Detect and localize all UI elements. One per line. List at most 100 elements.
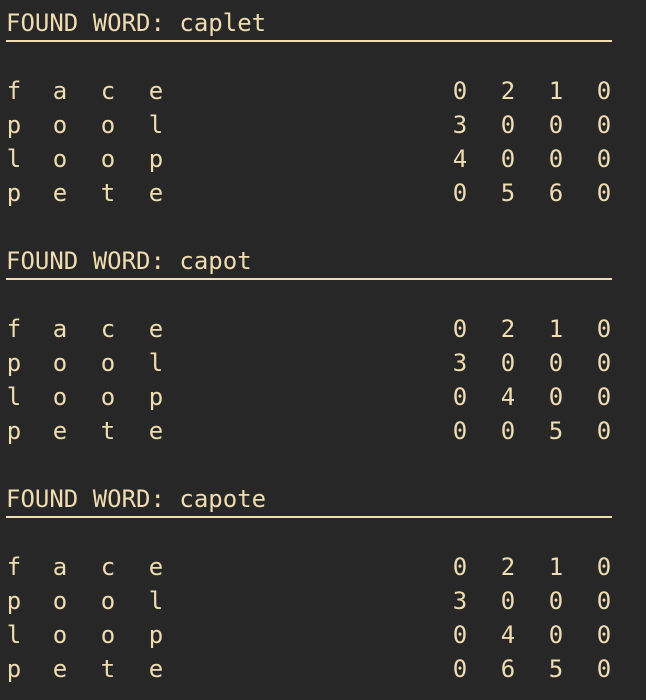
grid-letter: t [100,417,116,445]
grid-number: 3 [452,349,468,377]
grid-letter: l [6,383,22,411]
grid-number: 0 [596,383,612,411]
grid-number: 5 [500,179,516,207]
grid-row: l o o p 4 0 0 0 [0,142,646,176]
grid-letter: a [52,77,68,105]
grid-number: 0 [548,587,564,615]
grid-letter: o [52,587,68,615]
grid-number: 0 [452,179,468,207]
grid-letter: p [6,655,22,683]
grid-number: 0 [452,383,468,411]
grid-number: 2 [500,77,516,105]
grid-number: 0 [596,417,612,445]
grid-letter: l [6,145,22,173]
grid-letter: p [6,349,22,377]
grid-letter: o [100,621,116,649]
grid-letter: c [100,77,116,105]
grid-letter: e [148,77,164,105]
grid-number: 0 [548,111,564,139]
grid-number: 0 [452,655,468,683]
grid-letter: l [148,111,164,139]
grid-number: 0 [452,553,468,581]
terminal-output[interactable]: FOUND WORD: caplet f a c e 0 2 1 0 p o o… [0,0,646,700]
grid-row: f a c e 0 2 1 0 [0,550,646,584]
grid-letter: o [52,621,68,649]
grid-number: 0 [596,553,612,581]
grid-number: 2 [500,553,516,581]
grid-number: 3 [452,587,468,615]
grid-number: 0 [548,145,564,173]
grid-row: p e t e 0 5 6 0 [0,176,646,210]
grid-letter: e [52,417,68,445]
grid-number: 0 [596,349,612,377]
grid-row: f a c e 0 2 1 0 [0,312,646,346]
divider-line [6,516,612,518]
grid-number: 5 [548,655,564,683]
grid-letter: c [100,315,116,343]
grid-number: 1 [548,553,564,581]
grid-row: p o o l 3 0 0 0 [0,108,646,142]
grid-number: 4 [500,383,516,411]
grid-letter: o [100,349,116,377]
grid-letter: o [52,349,68,377]
grid-number: 3 [452,111,468,139]
grid-letter: e [148,655,164,683]
grid-letter: t [100,655,116,683]
grid-letter: p [148,621,164,649]
grid-letter: p [148,145,164,173]
grid-number: 0 [596,655,612,683]
grid-letter: f [6,315,22,343]
grid-row: l o o p 0 4 0 0 [0,380,646,414]
grid-letter: o [52,383,68,411]
grid-letter: o [52,111,68,139]
grid-number: 0 [596,179,612,207]
grid-letter: l [148,587,164,615]
grid-number: 0 [548,349,564,377]
grid-number: 0 [596,77,612,105]
grid-number: 6 [548,179,564,207]
grid-letter: a [52,553,68,581]
grid-number: 0 [596,587,612,615]
grid-number: 0 [452,315,468,343]
grid-row: p o o l 3 0 0 0 [0,346,646,380]
divider-line [6,40,612,42]
grid-letter: e [148,179,164,207]
grid-number: 0 [500,145,516,173]
grid-letter: l [148,349,164,377]
grid-number: 0 [500,587,516,615]
grid-letter: p [6,111,22,139]
grid-number: 0 [500,349,516,377]
grid-letter: f [6,553,22,581]
grid-number: 2 [500,315,516,343]
grid-number: 0 [596,315,612,343]
grid-letter: l [6,621,22,649]
grid-row: l o o p 0 4 0 0 [0,618,646,652]
grid-letter: a [52,315,68,343]
grid-letter: o [100,383,116,411]
grid-letter: o [100,145,116,173]
grid-number: 1 [548,315,564,343]
grid-number: 0 [596,145,612,173]
grid-number: 0 [596,621,612,649]
grid-letter: o [52,145,68,173]
grid-letter: e [148,417,164,445]
grid-number: 5 [548,417,564,445]
grid-number: 0 [596,111,612,139]
grid-letter: c [100,553,116,581]
grid-number: 0 [452,621,468,649]
grid-row: f a c e 0 2 1 0 [0,74,646,108]
grid-number: 0 [452,417,468,445]
grid-number: 0 [548,621,564,649]
grid-letter: o [100,111,116,139]
grid-number: 0 [452,77,468,105]
grid-row: p o o l 3 0 0 0 [0,584,646,618]
grid-number: 1 [548,77,564,105]
grid-letter: p [6,587,22,615]
grid-row: p e t e 0 0 5 0 [0,414,646,448]
grid-number: 0 [500,417,516,445]
grid-number: 0 [500,111,516,139]
grid-row: p e t e 0 6 5 0 [0,652,646,686]
grid-number: 0 [548,383,564,411]
grid-number: 4 [452,145,468,173]
grid-number: 6 [500,655,516,683]
